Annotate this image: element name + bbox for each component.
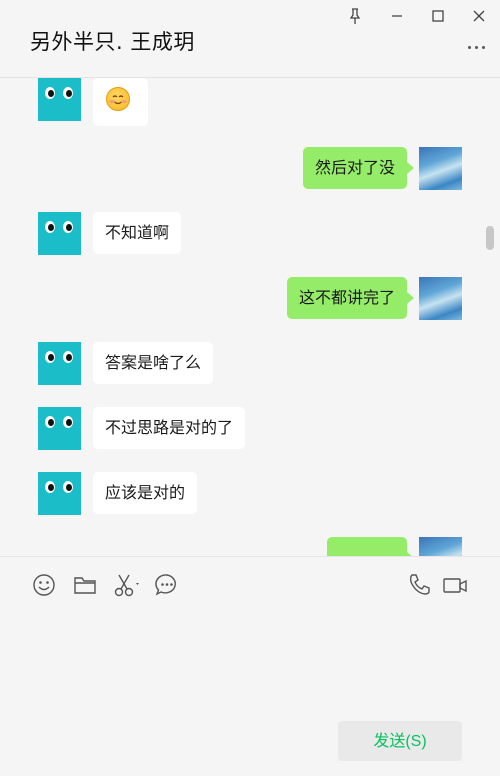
smiling-face-icon [106,87,130,111]
message-bubble[interactable]: 答案是啥了么 [93,342,214,384]
message-bubble[interactable]: 不知道啊 [93,212,182,254]
message-list[interactable]: 然后对了没 不知道啊 这不都讲完了 答案是啥了么 不过思路是对的了 应该是对的 [0,78,500,556]
avatar[interactable] [38,78,81,121]
chat-title: 另外半只. 王成玥 [30,30,195,54]
send-button[interactable]: 发送(S) [338,721,462,761]
eye-icon [63,87,73,99]
eye-icon [45,221,55,233]
emoji-icon[interactable] [31,572,57,598]
maximize-icon[interactable] [428,6,448,26]
bubble-tail [407,292,414,304]
more-dot [468,46,471,49]
avatar[interactable] [419,277,462,320]
scrollbar-thumb[interactable] [486,226,494,250]
divider [0,556,500,557]
avatar[interactable] [38,407,81,450]
eye-icon [45,351,55,363]
message-bubble[interactable]: 应该是对的 [93,472,198,514]
eye-icon [63,416,73,428]
message-input[interactable] [0,610,500,710]
chat-bubble-icon[interactable] [154,572,180,598]
eye-icon [63,221,73,233]
avatar[interactable] [419,147,462,190]
avatar[interactable] [38,342,81,385]
more-dot [482,46,485,49]
eye-icon [45,416,55,428]
scissors-icon[interactable] [113,572,143,598]
video-icon[interactable] [441,572,471,598]
eye-icon [45,87,55,99]
message-bubble[interactable]: 不过思路是对的了 [93,407,246,449]
eye-icon [45,481,55,493]
message-bubble[interactable]: 然后对了没 [302,147,407,189]
eye-icon [63,481,73,493]
close-icon[interactable] [469,6,489,26]
avatar[interactable] [38,472,81,515]
avatar[interactable] [419,537,462,556]
eye-icon [63,351,73,363]
chat-header: 另外半只. 王成玥 [0,0,500,78]
bubble-tail [407,162,414,174]
emoji-bubble[interactable] [93,78,148,126]
avatar[interactable] [38,212,81,255]
more-dot [475,46,478,49]
more-icon[interactable] [466,42,488,54]
folder-icon[interactable] [72,572,98,598]
phone-icon[interactable] [406,572,432,598]
pin-icon[interactable] [345,6,365,26]
minimize-icon[interactable] [387,6,407,26]
message-bubble[interactable]: 这不都讲完了 [286,277,407,319]
message-bubble[interactable]: ... [327,537,407,556]
